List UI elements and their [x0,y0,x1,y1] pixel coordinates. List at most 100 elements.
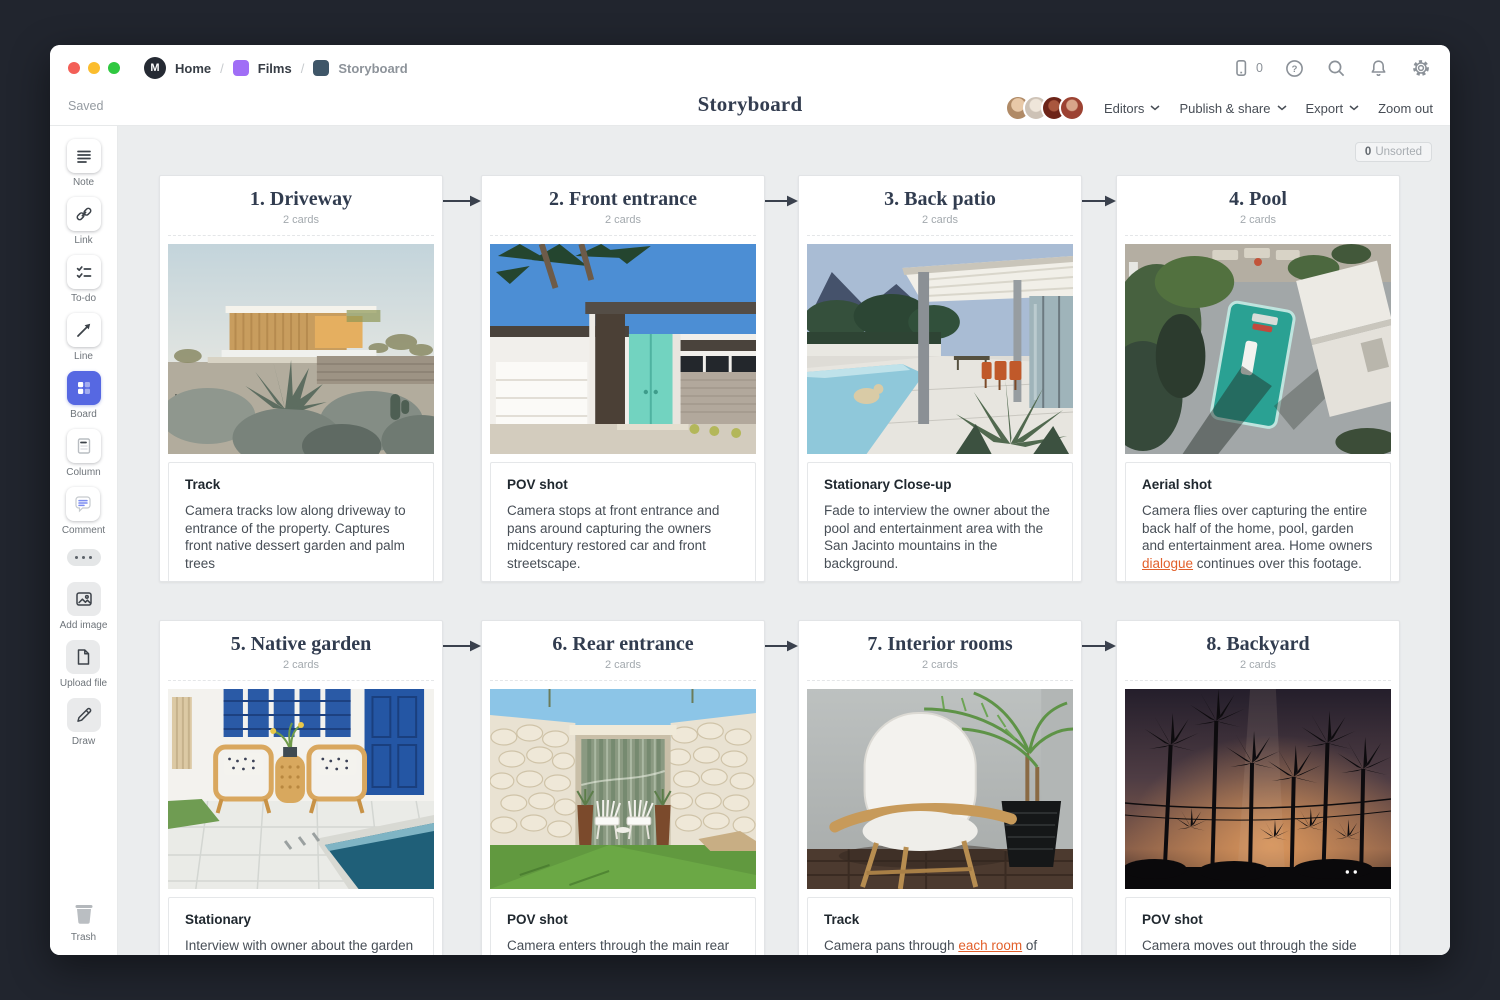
photo-front-entrance[interactable] [490,244,756,454]
publish-share-label: Publish & share [1179,101,1270,116]
board-card-front-entrance[interactable]: 2. Front entrance 2 cards [481,175,765,582]
zoom-window-button[interactable] [108,62,120,74]
films-board-icon[interactable] [233,60,249,76]
board-card-rear-entrance[interactable]: 6. Rear entrance 2 cards [481,620,765,955]
help-icon[interactable]: ? [1284,58,1305,79]
connector-arrow[interactable] [765,639,798,653]
board-card-driveway[interactable]: 1. Driveway 2 cards [159,175,443,582]
tool-link[interactable]: Link [67,197,101,246]
connector-arrow[interactable] [1082,194,1116,208]
board-card-count: 2 cards [1117,214,1399,226]
card-divider [490,235,756,236]
milanote-logo-icon[interactable]: M [144,57,166,79]
minimize-window-button[interactable] [88,62,100,74]
tool-sidebar: Note Link To-do Line Board Column [50,126,118,955]
connector-arrow[interactable] [1082,639,1116,653]
board-card-interior-rooms[interactable]: 7. Interior rooms 2 cards [798,620,1082,955]
close-window-button[interactable] [68,62,80,74]
board-card-count: 2 cards [160,214,442,226]
todo-icon [74,262,94,282]
app-window: M Home / Films / Storyboard 0 ? Saved St… [50,45,1450,955]
main-content: Note Link To-do Line Board Column [50,125,1450,955]
board-card-title[interactable]: 4. Pool [1117,188,1399,211]
dot [89,556,93,560]
board-canvas[interactable]: 0 Unsorted 1. Driveway 2 cards [118,126,1450,955]
board-card-title[interactable]: 2. Front entrance [482,188,764,211]
board-card-title[interactable]: 1. Driveway [160,188,442,211]
zoom-out-button[interactable]: Zoom out [1378,101,1433,116]
note-link-each-room[interactable]: each room [958,938,1022,953]
note-link-dialogue[interactable]: dialogue [1142,556,1193,571]
note-card[interactable]: Stationary Interview with owner about th… [168,897,434,955]
connector-arrow[interactable] [765,194,798,208]
photo-backyard-sunset[interactable] [1125,689,1391,889]
trash-dropzone[interactable]: Trash [69,898,99,943]
unsorted-count: 0 [1365,146,1371,158]
tool-board[interactable]: Board [67,371,101,420]
photo-rear-entrance[interactable] [490,689,756,889]
tool-draw[interactable]: Draw [67,698,101,747]
more-tools-button[interactable] [67,549,101,566]
notifications-bell-icon[interactable] [1368,58,1389,79]
tool-line[interactable]: Line [67,313,101,362]
editors-menu-button[interactable]: Editors [1104,101,1160,116]
note-body: Camera enters through the main rear [507,937,739,955]
export-button[interactable]: Export [1306,101,1360,116]
note-body-text: continues over this footage. [1193,556,1362,571]
tool-note[interactable]: Note [67,139,101,188]
chevron-down-icon [1277,105,1287,111]
breadcrumb-films[interactable]: Films [258,61,292,76]
breadcrumb-storyboard[interactable]: Storyboard [338,61,407,76]
board-card-title[interactable]: 6. Rear entrance [482,633,764,656]
window-controls [68,62,120,74]
search-icon[interactable] [1326,58,1347,79]
tool-column[interactable]: Column [66,429,100,478]
board-card-title[interactable]: 3. Back patio [799,188,1081,211]
publish-share-button[interactable]: Publish & share [1179,101,1286,116]
photo-interior-chair[interactable] [807,689,1073,889]
photo-back-patio[interactable] [807,244,1073,454]
note-card[interactable]: POV shot Camera moves out through the si… [1125,897,1391,955]
unsorted-badge[interactable]: 0 Unsorted [1355,142,1432,162]
tool-add-image[interactable]: Add image [60,582,108,631]
dot [75,556,79,560]
connector-arrow[interactable] [443,639,481,653]
board-card-pool[interactable]: 4. Pool 2 cards [1116,175,1400,582]
photo-driveway[interactable] [168,244,434,454]
board-card-back-patio[interactable]: 3. Back patio 2 cards [798,175,1082,582]
photo-pool-aerial[interactable] [1125,244,1391,454]
note-body-text: Fade to interview the owner about the po… [824,503,1050,571]
board-card-title[interactable]: 8. Backyard [1117,633,1399,656]
tool-upload-file[interactable]: Upload file [60,640,107,689]
breadcrumb-home[interactable]: Home [175,61,211,76]
note-icon [74,146,94,166]
board-card-native-garden[interactable]: 5. Native garden 2 cards [159,620,443,955]
connector-arrow[interactable] [443,194,481,208]
tool-todo[interactable]: To-do [67,255,101,304]
breadcrumb: M Home / Films / Storyboard [144,57,408,79]
add-image-icon [74,589,94,609]
device-count: 0 [1256,61,1263,75]
avatar[interactable] [1059,95,1085,121]
card-divider [807,680,1073,681]
note-card[interactable]: Track Camera tracks low along driveway t… [168,462,434,582]
note-card[interactable]: POV shot Camera enters through the main … [490,897,756,955]
board-card-title[interactable]: 5. Native garden [160,633,442,656]
editor-avatars[interactable] [1005,95,1085,121]
photo-native-garden[interactable] [168,689,434,889]
phone-icon [1231,58,1251,78]
tool-comment[interactable]: Comment [62,487,105,536]
board-card-count: 2 cards [482,659,764,671]
note-card[interactable]: POV shot Camera stops at front entrance … [490,462,756,582]
note-card[interactable]: Aerial shot Camera flies over capturing … [1125,462,1391,582]
card-divider [168,235,434,236]
mobile-devices-indicator[interactable]: 0 [1231,58,1263,78]
board-card-title[interactable]: 7. Interior rooms [799,633,1081,656]
storyboard-board-icon[interactable] [313,60,329,76]
note-card[interactable]: Stationary Close-up Fade to interview th… [807,462,1073,582]
board-card-backyard[interactable]: 8. Backyard 2 cards [1116,620,1400,955]
board-header-bar: Saved Storyboard Editors Publish & share… [50,91,1450,125]
settings-gear-icon[interactable] [1410,57,1432,79]
note-body: Interview with owner about the garden [185,937,417,955]
note-card[interactable]: Track Camera pans through each room of t… [807,897,1073,955]
